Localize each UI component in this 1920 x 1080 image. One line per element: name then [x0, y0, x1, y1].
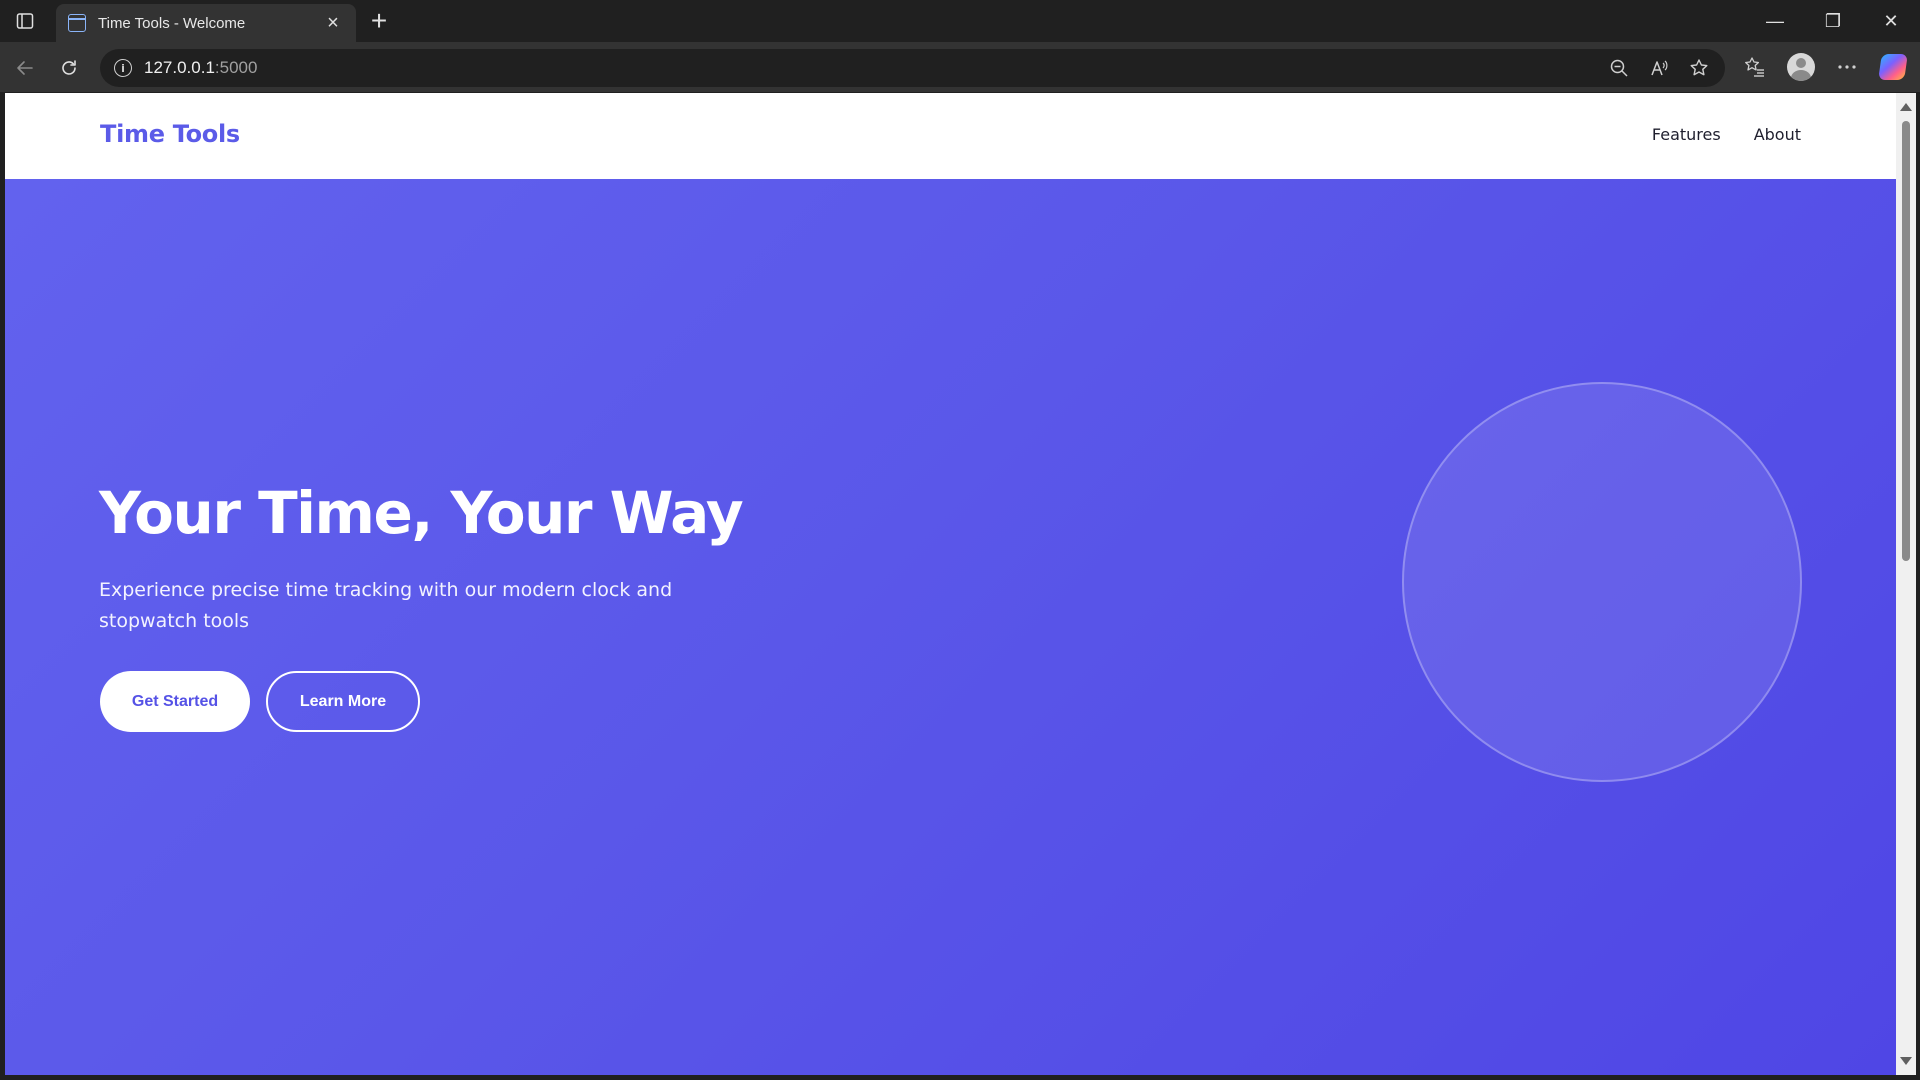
- new-tab-button[interactable]: +: [364, 6, 394, 36]
- restore-button[interactable]: ❐: [1804, 0, 1862, 42]
- browser-tab[interactable]: Time Tools - Welcome ×: [56, 4, 356, 42]
- page-scrollbar[interactable]: [1896, 93, 1916, 1075]
- tab-favicon-icon: [68, 14, 86, 32]
- read-aloud-icon[interactable]: [1643, 52, 1675, 84]
- tab-title: Time Tools - Welcome: [98, 14, 246, 32]
- site-header: Time Tools Features About: [5, 93, 1896, 179]
- tab-actions-icon[interactable]: [10, 8, 40, 34]
- nav-link-features[interactable]: Features: [1652, 125, 1721, 144]
- window-controls: — ❐ ✕: [1746, 0, 1920, 42]
- url-host: 127.0.0.1: [144, 58, 215, 77]
- page-viewport: Time Tools Features About Your Time, You…: [5, 93, 1896, 1075]
- browser-tab-strip: Time Tools - Welcome × + — ❐ ✕: [0, 0, 1920, 42]
- close-tab-icon[interactable]: ×: [322, 12, 344, 34]
- url-port: :5000: [214, 58, 258, 77]
- hero-section: Your Time, Your Way Experience precise t…: [5, 179, 1896, 1075]
- refresh-icon[interactable]: [52, 51, 86, 85]
- get-started-button[interactable]: Get Started: [100, 671, 250, 732]
- learn-more-button[interactable]: Learn More: [266, 671, 420, 732]
- site-nav: Features About: [1652, 125, 1801, 144]
- scroll-up-icon[interactable]: [1900, 103, 1912, 111]
- nav-link-about[interactable]: About: [1754, 125, 1801, 144]
- copilot-button[interactable]: [1876, 50, 1910, 84]
- favorites-list-icon[interactable]: [1738, 50, 1772, 84]
- hero-title: Your Time, Your Way: [99, 479, 744, 547]
- hero-subtitle: Experience precise time tracking with ou…: [99, 579, 673, 632]
- avatar-icon: [1787, 53, 1815, 81]
- profile-avatar[interactable]: [1784, 50, 1818, 84]
- address-bar[interactable]: i 127.0.0.1:5000: [100, 49, 1725, 87]
- favorite-star-icon[interactable]: [1683, 52, 1715, 84]
- copilot-icon: [1878, 54, 1908, 80]
- close-window-button[interactable]: ✕: [1862, 0, 1920, 42]
- scrollbar-thumb[interactable]: [1902, 121, 1910, 561]
- back-icon[interactable]: [8, 51, 42, 85]
- site-logo[interactable]: Time Tools: [100, 120, 240, 148]
- minimize-button[interactable]: —: [1746, 0, 1804, 42]
- more-icon[interactable]: [1830, 50, 1864, 84]
- scroll-down-icon[interactable]: [1900, 1057, 1912, 1065]
- site-info-icon[interactable]: i: [114, 59, 132, 77]
- zoom-out-icon[interactable]: [1603, 52, 1635, 84]
- hero-decorative-circle: [1402, 382, 1802, 782]
- browser-toolbar: i 127.0.0.1:5000: [0, 42, 1920, 92]
